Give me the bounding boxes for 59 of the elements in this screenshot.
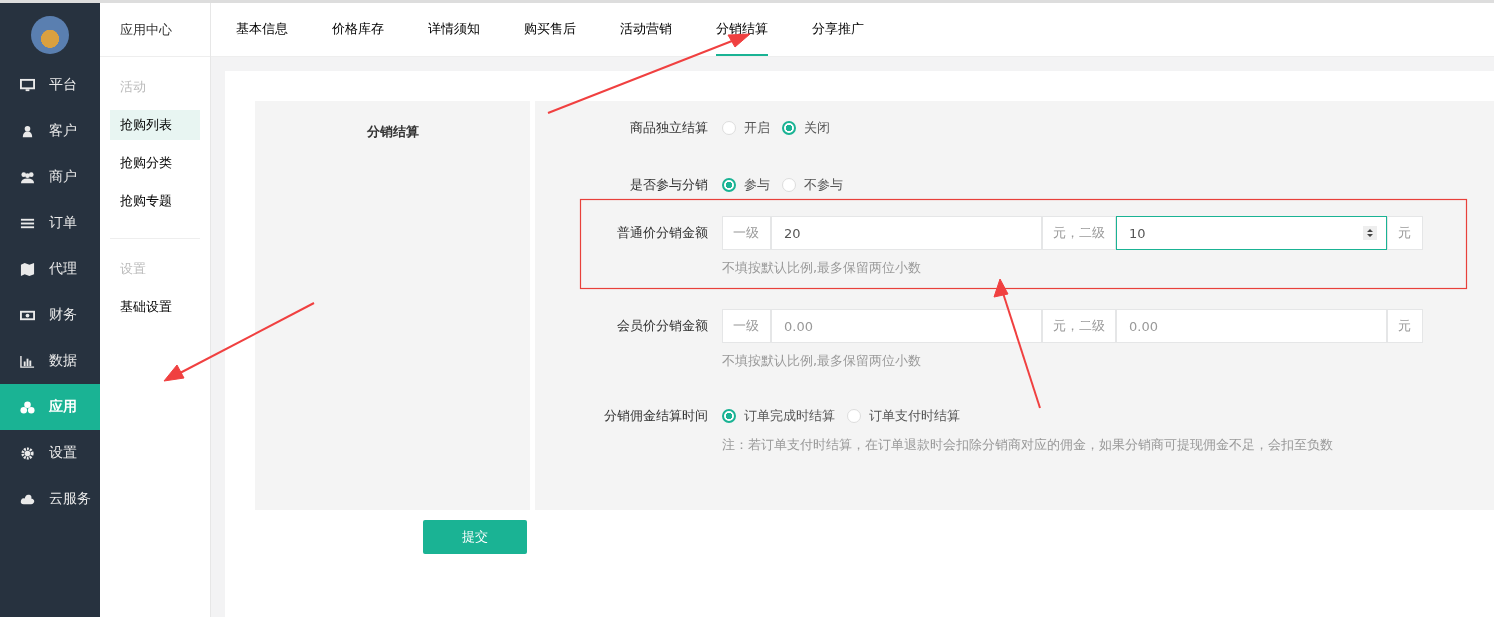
field-label: 商品独立结算 xyxy=(629,119,709,137)
tab[interactable]: 活动营销 xyxy=(620,3,672,56)
tab[interactable]: 购买售后 xyxy=(524,3,576,56)
sidebar-item[interactable]: 云服务 xyxy=(0,476,100,522)
radio-button[interactable] xyxy=(782,121,796,135)
radio-option[interactable]: 订单支付时结算 xyxy=(847,407,960,425)
number-input[interactable]: 20 xyxy=(771,216,1042,250)
radio-button[interactable] xyxy=(722,178,736,192)
subnav-item[interactable]: 基础设置 xyxy=(110,292,200,322)
radio-option[interactable]: 参与 xyxy=(722,176,770,194)
logo-avatar xyxy=(31,16,69,54)
radio-button[interactable] xyxy=(722,409,736,423)
subnav-item[interactable]: 抢购专题 xyxy=(110,186,200,216)
users-icon xyxy=(20,169,35,185)
sidebar-item[interactable]: 订单 xyxy=(0,200,100,246)
number-input[interactable]: 0.00 xyxy=(771,309,1042,343)
sidebar-item[interactable]: 代理 xyxy=(0,246,100,292)
input-addon: 元，二级 xyxy=(1042,309,1116,343)
subnav-title: 应用中心 xyxy=(120,20,172,39)
monitor-icon xyxy=(20,77,35,93)
input-addon: 元 xyxy=(1387,216,1423,250)
number-input[interactable]: 0.00 xyxy=(1116,309,1387,343)
subnav-heading: 设置 xyxy=(120,261,146,276)
input-addon: 元 xyxy=(1387,309,1423,343)
field-label: 分销佣金结算时间 xyxy=(603,407,709,425)
field-label: 普通价分销金额 xyxy=(616,224,709,242)
sidebar-item[interactable]: 客户 xyxy=(0,108,100,154)
sidebar-item[interactable]: 数据 xyxy=(0,338,100,384)
number-input[interactable]: 10 xyxy=(1116,216,1387,250)
subnav-item[interactable]: 抢购列表 xyxy=(110,110,200,140)
map-icon xyxy=(20,261,35,277)
field-label: 会员价分销金额 xyxy=(616,317,709,335)
settings-icon xyxy=(20,445,35,461)
chart-icon xyxy=(20,353,35,369)
sidebar-item[interactable]: 设置 xyxy=(0,430,100,476)
help-text: 不填按默认比例,最多保留两位小数 xyxy=(722,259,923,277)
spinner-icon[interactable] xyxy=(1363,226,1377,240)
input-addon: 一级 xyxy=(722,309,771,343)
field-label: 是否参与分销 xyxy=(629,176,709,194)
tab[interactable]: 分享推广 xyxy=(812,3,864,56)
cubes-icon xyxy=(20,399,35,415)
radio-option[interactable]: 关闭 xyxy=(782,119,830,137)
subnav-heading: 活动 xyxy=(120,79,146,94)
input-addon: 元，二级 xyxy=(1042,216,1116,250)
tab[interactable]: 价格库存 xyxy=(332,3,384,56)
input-addon: 一级 xyxy=(722,216,771,250)
radio-option[interactable]: 开启 xyxy=(722,119,770,137)
subnav-item[interactable]: 抢购分类 xyxy=(110,148,200,178)
tab[interactable]: 基本信息 xyxy=(236,3,288,56)
help-text: 注：若订单支付时结算，在订单退款时会扣除分销商对应的佣金，如果分销商可提现佣金不足，会扣至负数 xyxy=(722,436,1333,454)
help-text: 不填按默认比例,最多保留两位小数 xyxy=(722,352,923,370)
radio-option[interactable]: 不参与 xyxy=(782,176,843,194)
section-title: 分销结算 xyxy=(366,123,419,139)
sidebar-item[interactable]: 财务 xyxy=(0,292,100,338)
radio-option[interactable]: 订单完成时结算 xyxy=(722,407,835,425)
sidebar-item[interactable]: 平台 xyxy=(0,62,100,108)
tab[interactable]: 详情须知 xyxy=(428,3,480,56)
sidebar-item[interactable]: 商户 xyxy=(0,154,100,200)
user-icon xyxy=(20,123,35,139)
